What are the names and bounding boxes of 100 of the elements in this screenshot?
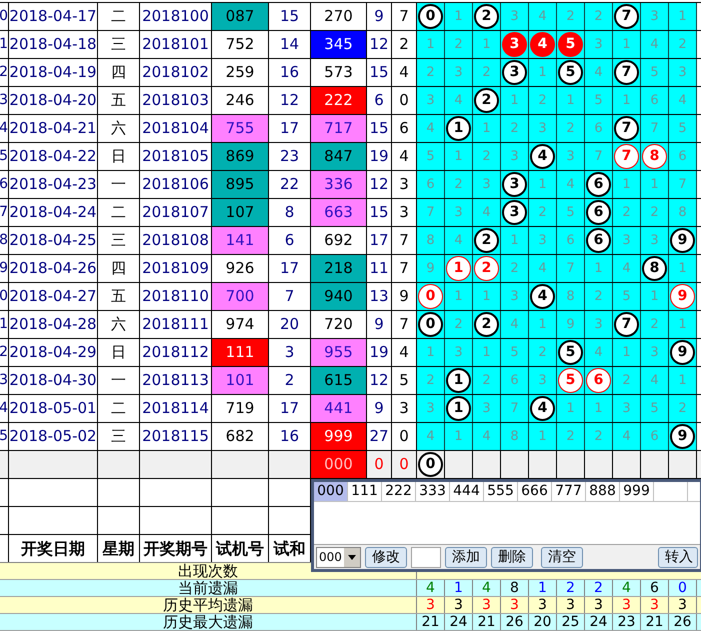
miss-count: 1 [510, 232, 519, 250]
miss-count: 2 [538, 204, 547, 222]
miss-count: 2 [538, 92, 547, 110]
miss-count: 1 [482, 120, 491, 138]
transfer-button[interactable]: 转入 [658, 546, 698, 568]
table-cell: 9 [0, 255, 9, 282]
action-button[interactable]: 清空 [540, 546, 583, 568]
miss-count: 5 [426, 148, 435, 166]
summary-value: 3 [622, 598, 631, 612]
input-field[interactable] [410, 546, 441, 568]
table-cell: 二 [98, 395, 140, 422]
miss-count: 1 [510, 92, 519, 110]
summary-value: 6 [650, 581, 659, 595]
miss-count: 8 [426, 232, 435, 250]
table-cell: 755 [212, 115, 269, 142]
table-cell: 111 [212, 339, 269, 366]
miss-count: 1 [622, 36, 631, 54]
miss-count: 4 [622, 428, 631, 446]
table-cell: 0 [0, 283, 9, 310]
miss-count: 1 [426, 36, 435, 54]
miss-count: 7 [594, 148, 603, 166]
table-cell: 6 [367, 87, 392, 114]
summary-label: 当前遗漏 [0, 580, 417, 596]
miss-count: 4 [538, 8, 547, 26]
miss-count: 6 [650, 92, 659, 110]
miss-count: 2 [566, 428, 575, 446]
miss-count: 4 [622, 260, 631, 278]
summary-value: 3 [650, 598, 659, 612]
miss-count: 3 [510, 8, 519, 26]
column-header: 星期 [98, 535, 140, 562]
miss-count: 2 [538, 344, 547, 362]
miss-count: 1 [538, 428, 547, 446]
table-cell: 107 [212, 199, 269, 226]
table-cell: 日 [98, 339, 140, 366]
table-cell: 四 [98, 255, 140, 282]
table-cell: 12 [367, 171, 392, 198]
table-cell: 999 [311, 423, 367, 450]
miss-count: 4 [650, 36, 659, 54]
miss-count: 5 [566, 204, 575, 222]
miss-count: 7 [426, 204, 435, 222]
table-cell: 五 [98, 283, 140, 310]
table-cell: 663 [311, 199, 367, 226]
table-cell: 9 [367, 311, 392, 338]
action-button[interactable]: 删除 [490, 546, 533, 568]
number-select[interactable]: 000 [316, 546, 361, 568]
table-cell: 2018-04-20 [9, 87, 98, 114]
table-cell: 0 [0, 3, 9, 30]
summary-value: 26 [674, 615, 692, 629]
table-cell: 4 [0, 115, 9, 142]
miss-count: 3 [454, 64, 463, 82]
miss-count: 2 [482, 372, 491, 390]
table-cell: 847 [311, 143, 367, 170]
summary-value: 1 [454, 581, 463, 595]
miss-count: 1 [454, 288, 463, 306]
table-cell: 15 [367, 199, 392, 226]
summary-value: 3 [594, 598, 603, 612]
miss-count: 2 [678, 36, 687, 54]
table-cell: 2018-04-24 [9, 199, 98, 226]
miss-count: 2 [594, 288, 603, 306]
summary-label: 历史最大遗漏 [0, 614, 417, 630]
summary-value: 4 [482, 581, 491, 595]
summary-value: 24 [450, 615, 468, 629]
miss-count: 4 [594, 64, 603, 82]
miss-count: 5 [594, 92, 603, 110]
table-cell: 三 [98, 31, 140, 58]
table-cell: 五 [98, 87, 140, 114]
table-cell: 2018-04-25 [9, 227, 98, 254]
miss-count: 1 [678, 8, 687, 26]
table-cell: 2018-04-29 [9, 339, 98, 366]
miss-count: 4 [482, 428, 491, 446]
table-cell: 三 [98, 423, 140, 450]
number-tab[interactable]: 000 [314, 482, 348, 501]
table-cell: 141 [212, 227, 269, 254]
miss-count: 3 [426, 92, 435, 110]
miss-count: 6 [566, 232, 575, 250]
miss-count: 3 [510, 148, 519, 166]
miss-count: 2 [482, 148, 491, 166]
summary-value: 2 [594, 581, 603, 595]
miss-count: 4 [510, 316, 519, 334]
miss-count: 5 [510, 344, 519, 362]
miss-count: 3 [482, 400, 491, 418]
table-cell: 940 [311, 283, 367, 310]
miss-count: 2 [454, 36, 463, 54]
miss-count: 6 [510, 372, 519, 390]
table-cell: 895 [212, 171, 269, 198]
table-cell: 二 [98, 199, 140, 226]
action-button[interactable]: 添加 [444, 546, 487, 568]
miss-count: 3 [650, 344, 659, 362]
table-cell: 7 [0, 199, 9, 226]
miss-count: 3 [538, 120, 547, 138]
table-cell: 12 [367, 367, 392, 394]
table-cell: 5 [0, 143, 9, 170]
table-cell: 345 [311, 31, 367, 58]
table-cell: 2018-05-01 [9, 395, 98, 422]
miss-count: 3 [426, 400, 435, 418]
miss-count: 9 [566, 316, 575, 334]
table-cell: 2018-05-02 [9, 423, 98, 450]
summary-value: 8 [510, 581, 519, 595]
miss-count: 1 [538, 176, 547, 194]
edit-button[interactable]: 修改 [364, 546, 407, 568]
